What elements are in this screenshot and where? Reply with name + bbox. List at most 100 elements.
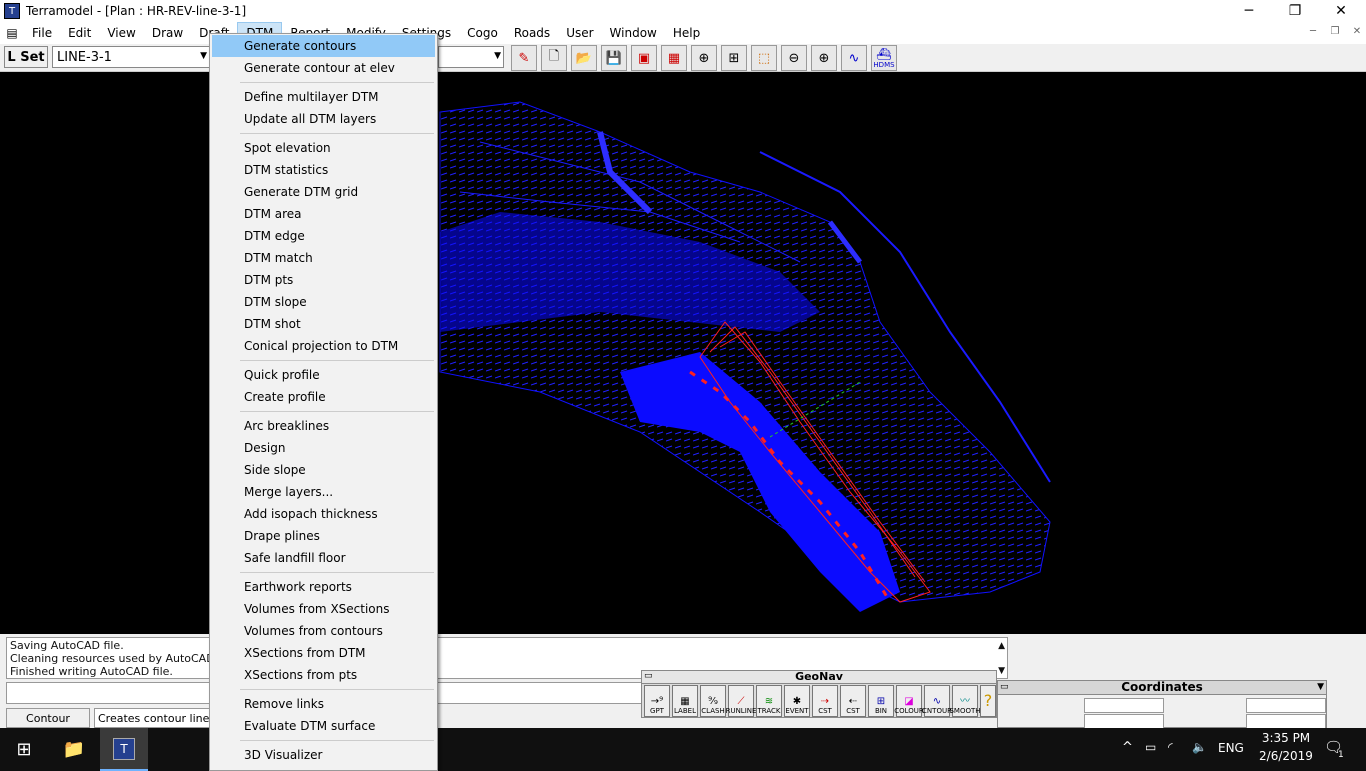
- menu-file[interactable]: File: [24, 22, 60, 44]
- menu-item-dtm-statistics[interactable]: DTM statistics: [212, 159, 435, 181]
- menu-item-merge-layers[interactable]: Merge layers...: [212, 481, 435, 503]
- menu-user[interactable]: User: [558, 22, 601, 44]
- menu-item-design[interactable]: Design: [212, 437, 435, 459]
- menu-item-side-slope[interactable]: Side slope: [212, 459, 435, 481]
- redraw-icon[interactable]: ▣: [631, 45, 657, 71]
- menu-item-update-all-dtm-layers[interactable]: Update all DTM layers: [212, 108, 435, 130]
- chevron-up-icon[interactable]: ^: [1122, 740, 1133, 755]
- coordinate-field[interactable]: [1084, 698, 1164, 713]
- menu-item-remove-links[interactable]: Remove links: [212, 693, 435, 715]
- menu-item-spot-elevation[interactable]: Spot elevation: [212, 137, 435, 159]
- menu-item-evaluate-dtm-surface[interactable]: Evaluate DTM surface: [212, 715, 435, 737]
- geonav-help-button[interactable]: ?: [980, 685, 996, 717]
- minimize-button[interactable]: ─: [1226, 0, 1272, 22]
- terramodel-app-icon[interactable]: T: [4, 3, 20, 19]
- zoom-window-icon[interactable]: ⊞: [721, 45, 747, 71]
- scroll-down-icon[interactable]: ▼: [998, 665, 1005, 678]
- mdi-minimize-icon[interactable]: ─: [1304, 26, 1322, 37]
- geonav-cntour-button[interactable]: ∿ CNTOUR: [922, 685, 952, 717]
- menu-item-create-profile[interactable]: Create profile: [212, 386, 435, 408]
- wifi-icon[interactable]: ◜: [1168, 740, 1173, 754]
- geonav-bin-button[interactable]: ⊞ BIN: [868, 685, 894, 717]
- menu-edit[interactable]: Edit: [60, 22, 99, 44]
- geonav-event-button[interactable]: ✱ EVENT: [784, 685, 810, 717]
- menu-window[interactable]: Window: [602, 22, 665, 44]
- battery-icon[interactable]: ▭: [1145, 740, 1156, 754]
- language-indicator[interactable]: ENG: [1218, 741, 1244, 755]
- mdi-close-icon[interactable]: ✕: [1348, 26, 1366, 37]
- menu-item-dtm-pts[interactable]: DTM pts: [212, 269, 435, 291]
- layer-select[interactable]: LINE-3-1 ▼: [52, 46, 210, 68]
- clear-icon[interactable]: ▦: [661, 45, 687, 71]
- zoom-in-icon[interactable]: ⊕: [811, 45, 837, 71]
- menu-item-conical-projection-to-dtm[interactable]: Conical projection to DTM: [212, 335, 435, 357]
- coordinate-field[interactable]: [1084, 714, 1164, 729]
- menu-item-xsections-from-dtm[interactable]: XSections from DTM: [212, 642, 435, 664]
- menu-item-dtm-slope[interactable]: DTM slope: [212, 291, 435, 313]
- open-folder-icon[interactable]: 📂: [571, 45, 597, 71]
- pan-icon[interactable]: ⬚: [751, 45, 777, 71]
- menu-item-quick-profile[interactable]: Quick profile: [212, 364, 435, 386]
- menu-item-define-multilayer-dtm[interactable]: Define multilayer DTM: [212, 86, 435, 108]
- zoom-out-icon[interactable]: ⊖: [781, 45, 807, 71]
- save-icon[interactable]: 💾: [601, 45, 627, 71]
- mdi-restore-icon[interactable]: ❐: [1326, 26, 1344, 37]
- eraser-icon[interactable]: ✎: [511, 45, 537, 71]
- menu-roads[interactable]: Roads: [506, 22, 558, 44]
- geonav-colour-button[interactable]: ◪ COLOUR: [894, 685, 924, 717]
- volume-icon[interactable]: 🔈: [1192, 740, 1207, 754]
- hdms-button[interactable]: ⛴ HDMS: [871, 45, 897, 71]
- menu-item-earthwork-reports[interactable]: Earthwork reports: [212, 576, 435, 598]
- clock-date[interactable]: 2/6/2019: [1258, 749, 1314, 763]
- menu-item-volumes-from-xsections[interactable]: Volumes from XSections: [212, 598, 435, 620]
- menu-item-volumes-from-contours[interactable]: Volumes from contours: [212, 620, 435, 642]
- menu-item-drape-plines[interactable]: Drape plines: [212, 525, 435, 547]
- geonav-cst-forward-button[interactable]: ⇢ CST: [812, 685, 838, 717]
- menu-item-add-isopach-thickness[interactable]: Add isopach thickness: [212, 503, 435, 525]
- geonav-smooth-button[interactable]: 〰 SMOOTH: [949, 685, 981, 717]
- coordinate-field[interactable]: [1246, 698, 1326, 713]
- menu-item-arc-breaklines[interactable]: Arc breaklines: [212, 415, 435, 437]
- coordinate-field[interactable]: [1246, 714, 1326, 729]
- menu-item-generate-contours[interactable]: Generate contours: [212, 35, 435, 57]
- coordinates-menu-icon[interactable]: ▭: [1000, 682, 1009, 692]
- windows-start-icon[interactable]: ⊞: [0, 728, 48, 771]
- file-explorer-icon[interactable]: 📁: [50, 728, 98, 771]
- geonav-menu-icon[interactable]: ▭: [644, 671, 653, 681]
- gpt-icon: →⁹: [650, 696, 664, 707]
- menu-item-dtm-match[interactable]: DTM match: [212, 247, 435, 269]
- geonav-runline-button[interactable]: ⟋ RUNLINE: [726, 685, 756, 717]
- zoom-select-icon[interactable]: ⊕: [691, 45, 717, 71]
- menu-help[interactable]: Help: [665, 22, 708, 44]
- restore-button[interactable]: ❐: [1272, 0, 1318, 22]
- close-button[interactable]: ✕: [1318, 0, 1364, 22]
- menu-item-3d-visualizer[interactable]: 3D Visualizer: [212, 744, 435, 766]
- document-icon[interactable]: ▤: [0, 22, 24, 44]
- menu-item-generate-contour-at-elev[interactable]: Generate contour at elev: [212, 57, 435, 79]
- menu-item-dtm-area[interactable]: DTM area: [212, 203, 435, 225]
- geonav-track-button[interactable]: ≋ TRACK: [756, 685, 782, 717]
- drawing-canvas[interactable]: [0, 72, 1366, 634]
- menu-item-generate-dtm-grid[interactable]: Generate DTM grid: [212, 181, 435, 203]
- menu-item-dtm-edge[interactable]: DTM edge: [212, 225, 435, 247]
- menu-item-safe-landfill-floor[interactable]: Safe landfill floor: [212, 547, 435, 569]
- menu-view[interactable]: View: [99, 22, 143, 44]
- menu-separator: [240, 82, 434, 83]
- geonav-cst-back-button[interactable]: ⇠ CST: [840, 685, 866, 717]
- profile-icon[interactable]: ∿: [841, 45, 867, 71]
- new-file-icon[interactable]: 🗋: [541, 45, 567, 71]
- terramodel-taskbar-button[interactable]: T: [100, 728, 148, 771]
- geonav-label-button[interactable]: ▦ LABEL: [672, 685, 698, 717]
- lset-button[interactable]: L Set: [4, 46, 48, 68]
- hdms-label: HDMS: [873, 61, 895, 69]
- coordinates-dropdown-icon[interactable]: ▼: [1317, 682, 1324, 692]
- menu-cogo[interactable]: Cogo: [459, 22, 506, 44]
- menu-draw[interactable]: Draw: [144, 22, 191, 44]
- clock-time[interactable]: 3:35 PM: [1258, 731, 1314, 745]
- secondary-select[interactable]: ▼: [438, 46, 504, 68]
- geonav-gpt-button[interactable]: →⁹ GPT: [644, 685, 670, 717]
- geonav-clash-button[interactable]: ⁹⁄₉ CLASH: [700, 685, 726, 717]
- menu-item-dtm-shot[interactable]: DTM shot: [212, 313, 435, 335]
- scroll-up-icon[interactable]: ▲: [998, 640, 1005, 653]
- menu-item-xsections-from-pts[interactable]: XSections from pts: [212, 664, 435, 686]
